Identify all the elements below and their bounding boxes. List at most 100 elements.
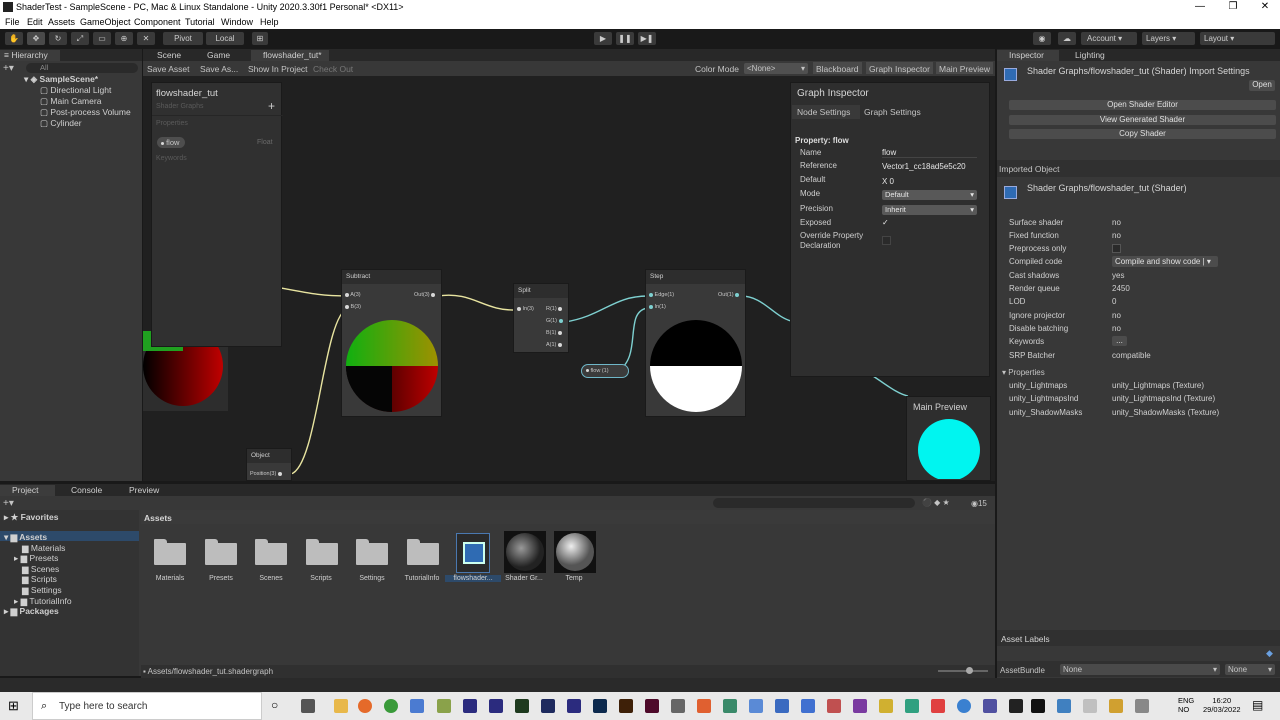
scale-tool-icon[interactable]: ⤢ [71,32,89,45]
photoshop-icon[interactable] [593,699,607,713]
taskbar-app-icon[interactable] [905,699,919,713]
save-as-button[interactable]: Save As... [200,64,238,74]
step-node[interactable]: Step Edge(1) In(1) Out(1) [645,269,746,417]
properties-foldout[interactable]: ▾ Properties [1002,368,1045,377]
taskbar-app-icon[interactable] [931,699,945,713]
tab-lighting[interactable]: Lighting [1063,50,1123,61]
windows-start-icon[interactable]: ⊞ [8,699,22,713]
folder-icon[interactable] [255,538,287,566]
tab-shadergraph[interactable]: flowshader_tut* [251,50,329,61]
project-tree-item[interactable]: ▆ Materials [22,543,65,554]
substance-icon[interactable] [515,699,529,713]
pause-button[interactable]: ❚❚ [616,32,634,45]
language-indicator[interactable]: ENG NO [1178,696,1194,714]
output-port-b[interactable]: B(1) [546,330,562,336]
assets-folder[interactable]: ▾ ▆ Assets [4,532,47,543]
illustrator-icon[interactable] [619,699,633,713]
menu-component[interactable]: Component [134,17,181,27]
taskbar-app-icon[interactable] [1057,699,1071,713]
rect-tool-icon[interactable]: ▭ [93,32,111,45]
preprocess-checkbox[interactable] [1112,244,1121,253]
tab-inspector[interactable]: Inspector [997,50,1059,61]
breadcrumb[interactable]: Assets [144,513,172,523]
tab-preview[interactable]: Preview [117,485,172,496]
taskbar-app-icon[interactable] [1109,699,1123,713]
color-mode-dropdown[interactable]: <None> ▾ [744,63,808,74]
view-generated-shader-button[interactable]: View Generated Shader [1009,115,1276,125]
hand-tool-icon[interactable]: ✋ [5,32,23,45]
taskbar-app-icon[interactable] [1135,699,1149,713]
taskbar-app-icon[interactable] [827,699,841,713]
project-tree-item[interactable]: ▆ Scripts [22,574,57,585]
input-port-a[interactable]: A(3) [345,292,361,298]
output-port[interactable]: Out(1) [718,292,740,298]
account-dropdown[interactable]: Account ▾ [1081,32,1137,45]
temp-asset[interactable] [554,531,596,573]
menu-file[interactable]: File [5,17,20,27]
taskbar-app-icon[interactable] [879,699,893,713]
tag-icon[interactable]: ◆ [1266,648,1273,659]
override-checkbox[interactable] [882,236,891,245]
copy-shader-button[interactable]: Copy Shader [1009,129,1276,139]
blackboard-toggle[interactable]: Blackboard [813,62,862,74]
firefox-icon[interactable] [358,699,372,713]
open-shader-editor-button[interactable]: Open Shader Editor [1009,100,1276,110]
output-port-g[interactable]: G(1) [546,318,563,324]
local-toggle[interactable]: Local [206,32,244,45]
object-node[interactable]: Object Position(3) [246,448,292,481]
step-button[interactable]: ▶❚ [638,32,656,45]
shadergraph-asset[interactable] [456,533,490,573]
transform-tool-icon[interactable]: ⊕ [115,32,133,45]
taskbar-app-icon[interactable] [697,699,711,713]
tab-game[interactable]: Game [195,50,241,61]
minimize-icon[interactable]: — [1185,1,1215,12]
taskbar-app-icon[interactable] [723,699,737,713]
close-icon[interactable]: ✕ [1250,1,1280,12]
project-tree-item[interactable]: ▸ ▆ Presets [14,553,58,564]
play-button[interactable]: ▶ [594,32,612,45]
tab-graph-settings[interactable]: Graph Settings [864,105,921,119]
show-in-project-button[interactable]: Show In Project [248,64,308,74]
character-icon[interactable] [541,699,555,713]
tab-project[interactable]: Project [0,485,55,496]
taskbar-app-icon[interactable] [301,699,315,713]
hierarchy-item[interactable]: ▢ Post-process Volume [40,107,131,118]
shader-graph-canvas[interactable]: flowshader_tut Shader Graphs + Propertie… [143,76,995,481]
taskbar-app-icon[interactable] [437,699,451,713]
file-explorer-icon[interactable] [334,699,348,713]
taskbar-app-icon[interactable] [957,699,971,713]
collab-icon[interactable]: ◉ [1033,32,1051,45]
add-property-icon[interactable]: + [268,99,275,113]
layout-dropdown[interactable]: Layout ▾ [1200,32,1275,45]
menu-window[interactable]: Window [221,17,253,27]
main-preview-toggle[interactable]: Main Preview [936,62,994,74]
hierarchy-search-input[interactable]: All [26,63,138,73]
exposed-checkbox[interactable]: ✓ [882,218,889,227]
split-node[interactable]: Split In(3) R(1) G(1) B(1) A(1) [513,283,569,353]
folder-icon[interactable] [407,538,439,566]
project-add-icon[interactable]: +▾ [3,498,14,509]
notification-icon[interactable]: ▤ [1252,698,1263,712]
keywords-button[interactable]: ... [1112,336,1127,346]
taskbar-search-input[interactable]: ⌕ Type here to search [32,692,262,720]
zoom-slider-handle[interactable] [966,667,973,674]
clock[interactable]: 16:20 29/03/2022 [1203,696,1241,714]
taskbar-app-icon[interactable] [749,699,763,713]
menu-gameobject[interactable]: GameObject [80,17,131,27]
taskbar-app-icon[interactable] [410,699,424,713]
hierarchy-item[interactable]: ▢ Main Camera [40,96,101,107]
cloud-icon[interactable]: ☁ [1058,32,1076,45]
indesign-icon[interactable] [645,699,659,713]
asset-bundle-dropdown[interactable]: None ▾ [1060,664,1220,675]
project-search-input[interactable] [713,498,915,508]
layers-dropdown[interactable]: Layers ▾ [1142,32,1195,45]
input-port-b[interactable]: B(3) [345,304,361,310]
pivot-toggle[interactable]: Pivot [163,32,203,45]
maximize-icon[interactable]: ❐ [1218,1,1248,12]
tab-node-settings[interactable]: Node Settings [792,105,860,119]
zoom-slider[interactable] [938,670,988,672]
output-port-position[interactable]: Position(3) [250,471,282,477]
input-port[interactable]: In(3) [517,306,534,312]
flow-property-node[interactable]: flow (1) [581,364,629,378]
mode-dropdown[interactable]: Default ▾ [882,190,977,200]
